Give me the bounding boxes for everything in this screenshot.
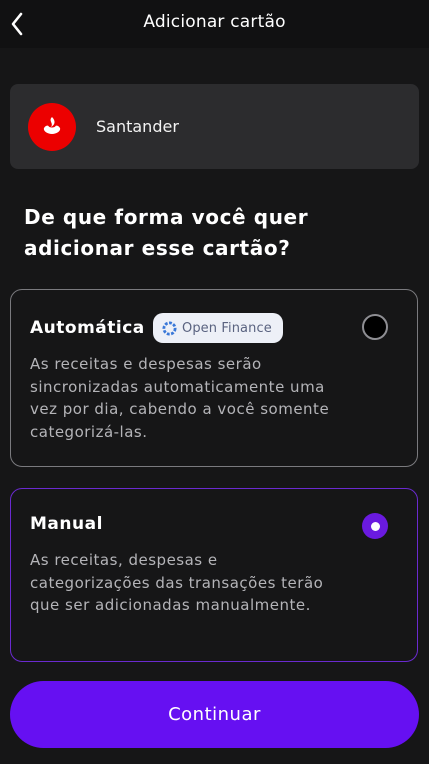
santander-flame-icon — [43, 117, 61, 134]
option-automatic[interactable]: Automática Open Finance As receitas e de… — [10, 289, 418, 467]
badge-label: Open Finance — [182, 320, 272, 336]
open-finance-badge: Open Finance — [153, 313, 283, 343]
santander-logo — [28, 103, 76, 151]
option-description: As receitas, despesas e categorizações d… — [30, 551, 324, 614]
option-title: Automática — [30, 318, 145, 338]
option-description: As receitas e despesas serão sincronizad… — [30, 355, 330, 441]
radio-selected[interactable] — [362, 513, 388, 539]
radio-dot — [370, 521, 380, 531]
radio-unselected[interactable] — [362, 314, 388, 340]
continue-button[interactable]: Continuar — [10, 681, 419, 748]
top-bar: Adicionar cartão — [0, 0, 429, 48]
page-title: Adicionar cartão — [143, 12, 286, 32]
open-finance-icon — [162, 320, 177, 336]
continue-label: Continuar — [168, 704, 261, 725]
selected-bank-card: Santander — [10, 84, 419, 169]
option-title: Manual — [30, 514, 103, 534]
bank-name: Santander — [96, 117, 179, 136]
option-manual[interactable]: Manual As receitas, despesas e categoriz… — [10, 488, 418, 662]
question-heading: De que forma você quer adicionar esse ca… — [24, 205, 309, 260]
